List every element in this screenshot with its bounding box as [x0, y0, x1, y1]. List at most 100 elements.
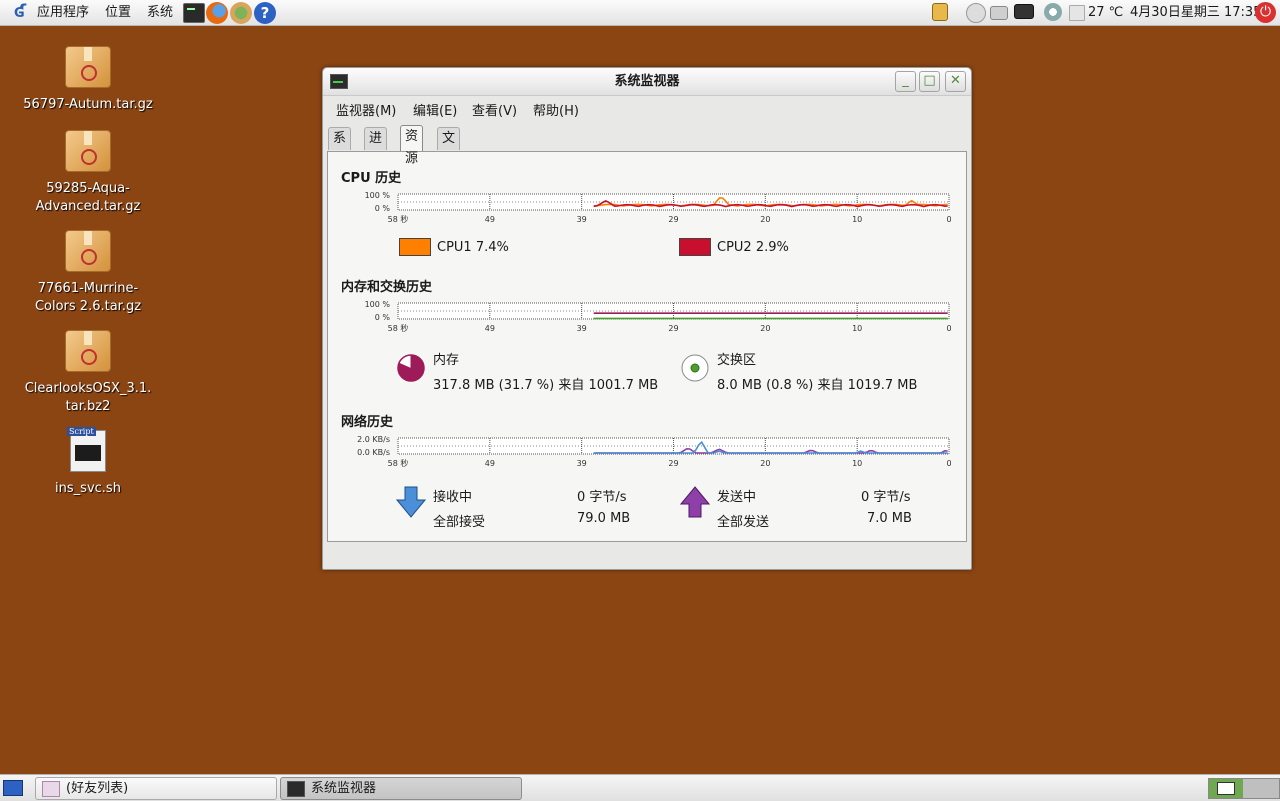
tab-system[interactable]: 系统: [328, 127, 352, 168]
taskbar-buddy-list[interactable]: (好友列表): [35, 777, 277, 800]
workspace-switcher[interactable]: [1208, 778, 1280, 799]
close-button[interactable]: ✕: [945, 71, 966, 92]
volume-icon[interactable]: [1044, 3, 1062, 21]
network-y-max-label: 2.0 KB/s: [357, 435, 390, 444]
memory-value: 317.8 MB (31.7 %) 来自 1001.7 MB: [433, 378, 659, 393]
taskbar-label: 系统监视器: [311, 781, 377, 796]
package-icon: [65, 130, 111, 172]
computer-icon[interactable]: [1014, 4, 1034, 19]
memory-pie-icon[interactable]: [396, 353, 426, 383]
workspace-2[interactable]: [1244, 779, 1278, 798]
cpu-y-max-label: 100 %: [365, 191, 391, 200]
resources-panel: CPU 历史 100 % 0 % 58 秒 49 39 29 20 10 0 CPU1 7.4%…: [327, 151, 967, 542]
network-x-tick-label: 29: [668, 459, 678, 468]
show-desktop-icon[interactable]: [3, 780, 23, 796]
menu-monitor[interactable]: 监视器(M): [336, 100, 396, 119]
workspace-1[interactable]: [1209, 779, 1243, 798]
firefox-icon[interactable]: [206, 2, 228, 24]
memory-history-title: 内存和交换历史: [341, 280, 433, 295]
printer-icon[interactable]: [990, 6, 1008, 20]
menu-edit[interactable]: 编辑(E): [413, 100, 457, 119]
weather-icon[interactable]: [1069, 5, 1085, 21]
browser-icon[interactable]: [230, 2, 252, 24]
maximize-button[interactable]: □: [919, 71, 940, 92]
help-icon[interactable]: ?: [254, 2, 276, 24]
cpu-x-tick-label: 0: [946, 215, 951, 224]
tab-resources[interactable]: 资源: [400, 125, 424, 166]
menu-applications[interactable]: 应用程序: [37, 0, 89, 25]
desktop-icon[interactable]: 77661-Murrine-Colors 2.6.tar.gz: [23, 230, 153, 316]
cpu-graph: 100 % 0 % 58 秒 49 39 29 20 10 0: [341, 188, 951, 232]
memory-x-tick-label: 29: [668, 324, 678, 333]
cpu-x-tick-label: 29: [668, 215, 678, 224]
top-panel: ʛ 应用程序 位置 系统 ? 27 ℃ 4月30日星期三 17:35 ⏻: [0, 0, 1280, 26]
package-icon: [65, 330, 111, 372]
script-icon: Script: [67, 427, 106, 472]
tab-filesystems[interactable]: 文件系统: [437, 127, 461, 212]
sending-arrow-icon[interactable]: [680, 486, 710, 518]
network-x-tick-label: 49: [485, 459, 495, 468]
network-x-tick-label: 39: [577, 459, 587, 468]
network-status-icon[interactable]: [966, 3, 986, 23]
minimize-button[interactable]: _: [895, 71, 916, 92]
memory-label: 内存: [433, 353, 460, 368]
total-sent-label: 全部发送: [717, 515, 770, 530]
taskbar-system-monitor[interactable]: 系统监视器: [280, 777, 522, 800]
terminal-icon[interactable]: [183, 3, 205, 23]
temperature[interactable]: 27 ℃: [1088, 0, 1123, 25]
menu-view[interactable]: 查看(V): [472, 100, 517, 119]
swap-pie-icon[interactable]: [680, 353, 710, 383]
desktop-icon[interactable]: 56797-Autum.tar.gz: [23, 46, 153, 114]
cpu-x-tick-label: 20: [760, 215, 770, 224]
network-x-tick-label: 0: [946, 459, 951, 468]
cpu1-legend: CPU1 7.4%: [437, 240, 509, 255]
bottom-panel: (好友列表) 系统监视器: [0, 774, 1280, 801]
script-tag: Script: [67, 427, 96, 436]
menubar: 监视器(M) 编辑(E) 查看(V) 帮助(H): [323, 96, 971, 121]
cpu-x-tick-label: 58 秒: [388, 214, 409, 224]
cpu2-legend: CPU2 2.9%: [717, 240, 789, 255]
receiving-value: 0 字节/s: [577, 490, 627, 505]
menu-system[interactable]: 系统: [147, 0, 173, 25]
menu-places[interactable]: 位置: [105, 0, 131, 25]
pidgin-icon: [42, 781, 60, 797]
cpu2-color-swatch[interactable]: [679, 238, 711, 256]
cpu-x-tick-label: 10: [852, 215, 862, 224]
swap-value: 8.0 MB (0.8 %) 来自 1019.7 MB: [717, 378, 918, 393]
desktop-icon-label: 77661-Murrine-Colors 2.6.tar.gz: [34, 281, 142, 314]
total-sent-value: 7.0 MB: [867, 511, 912, 526]
memory-x-tick-label: 49: [485, 324, 495, 333]
desktop-icon-label: 56797-Autum.tar.gz: [23, 97, 153, 112]
window-title: 系统监视器: [614, 74, 680, 89]
update-notifier-icon[interactable]: [932, 3, 948, 21]
cpu1-color-swatch[interactable]: [399, 238, 431, 256]
clock[interactable]: 4月30日星期三 17:35: [1130, 0, 1261, 25]
status-bar: [327, 542, 965, 564]
sending-label: 发送中: [717, 490, 757, 505]
shutdown-icon[interactable]: ⏻: [1255, 2, 1276, 23]
memory-x-tick-label: 39: [577, 324, 587, 333]
tab-processes[interactable]: 进程: [364, 127, 388, 168]
cpu-x-tick-label: 49: [485, 215, 495, 224]
memory-x-tick-label: 58 秒: [388, 323, 409, 333]
desktop-icon-label: 59285-Aqua-Advanced.tar.gz: [35, 181, 141, 214]
network-history-title: 网络历史: [341, 415, 394, 430]
system-monitor-window: 系统监视器 _ □ ✕ 监视器(M) 编辑(E) 查看(V) 帮助(H) 系统 …: [322, 67, 972, 570]
menu-help[interactable]: 帮助(H): [533, 100, 579, 119]
desktop-icon[interactable]: ClearlooksOSX_3.1.tar.bz2: [23, 330, 153, 416]
package-icon: [65, 46, 111, 88]
receiving-label: 接收中: [433, 490, 473, 505]
receiving-arrow-icon[interactable]: [396, 486, 426, 518]
network-y-min-label: 0.0 KB/s: [357, 448, 390, 457]
memory-y-min-label: 0 %: [375, 313, 391, 322]
desktop-icon[interactable]: Script ins_svc.sh: [23, 427, 153, 498]
network-x-tick-label: 20: [760, 459, 770, 468]
memory-x-tick-label: 0: [946, 324, 951, 333]
desktop-icon[interactable]: 59285-Aqua-Advanced.tar.gz: [23, 130, 153, 216]
memory-x-tick-label: 20: [760, 324, 770, 333]
total-received-label: 全部接受: [433, 515, 486, 530]
memory-y-max-label: 100 %: [365, 300, 391, 309]
titlebar[interactable]: 系统监视器 _ □ ✕: [323, 68, 971, 96]
gnome-foot-icon[interactable]: ʛ: [10, 2, 30, 22]
desktop-icon-label: ClearlooksOSX_3.1.tar.bz2: [24, 381, 152, 414]
